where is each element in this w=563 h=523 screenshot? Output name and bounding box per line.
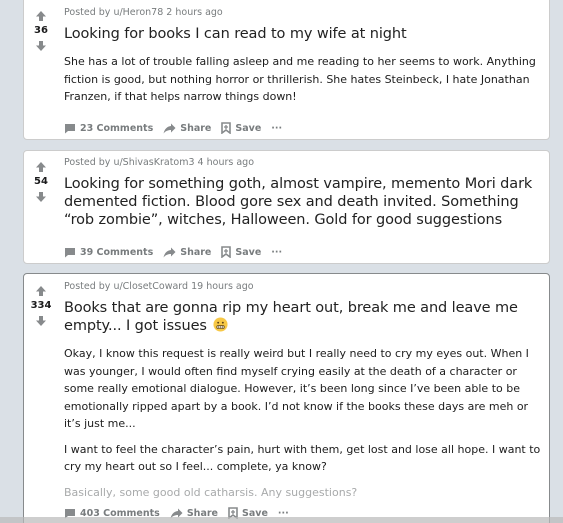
post-body: She has a lot of trouble falling asleep … <box>64 53 543 106</box>
more-options-button[interactable]: ··· <box>271 247 282 258</box>
grimacing-face-emoji-icon <box>213 317 228 332</box>
vote-score: 334 <box>30 300 52 311</box>
post-card[interactable]: 334 Posted by u/ClosetCoward 19 hours ag… <box>23 273 550 523</box>
post-actions: 39 Comments Share Save ··· <box>64 246 282 258</box>
share-icon <box>163 123 176 133</box>
post-meta[interactable]: Posted by u/Heron78 2 hours ago <box>64 7 543 19</box>
share-icon <box>163 247 176 257</box>
post-card[interactable]: 36 Posted by u/Heron78 2 hours ago Looki… <box>23 0 550 140</box>
save-label: Save <box>235 246 262 258</box>
upvote-arrow-icon[interactable] <box>33 160 49 174</box>
post-content: Posted by u/Heron78 2 hours ago Looking … <box>64 7 543 106</box>
bookmark-icon <box>221 246 232 258</box>
vote-column: 36 <box>24 9 58 53</box>
post-body-paragraph: Basically, some good old catharsis. Any … <box>64 485 358 499</box>
comments-button[interactable]: 39 Comments <box>64 247 153 258</box>
comments-label: 39 Comments <box>80 246 154 258</box>
vote-score: 54 <box>34 176 48 187</box>
more-options-button[interactable]: ··· <box>271 123 282 134</box>
vote-column: 54 <box>24 160 58 204</box>
save-label: Save <box>235 122 262 134</box>
post-body-paragraph: I want to feel the character’s pain, hur… <box>64 442 541 474</box>
comments-button[interactable]: 23 Comments <box>64 123 153 134</box>
ellipsis-icon: ··· <box>271 122 283 134</box>
post-meta[interactable]: Posted by u/ClosetCoward 19 hours ago <box>64 281 543 293</box>
window-bottom-edge <box>0 517 563 523</box>
post-title-text: Books that are gonna rip my heart out, b… <box>64 300 518 334</box>
post-body: Okay, I know this request is really weir… <box>64 345 543 501</box>
share-label: Share <box>180 246 212 258</box>
comment-icon <box>65 123 75 133</box>
post-body-paragraph: Okay, I know this request is really weir… <box>64 347 529 430</box>
bookmark-icon <box>221 122 232 134</box>
vote-score: 36 <box>34 25 48 36</box>
downvote-arrow-icon[interactable] <box>33 39 49 53</box>
comment-icon <box>65 247 75 257</box>
vote-column: 334 <box>24 284 58 328</box>
post-content: Posted by u/ShivasKratom3 4 hours ago Lo… <box>64 157 543 229</box>
post-title[interactable]: Books that are gonna rip my heart out, b… <box>64 299 543 335</box>
upvote-arrow-icon[interactable] <box>33 284 49 298</box>
post-content: Posted by u/ClosetCoward 19 hours ago Bo… <box>64 281 543 501</box>
save-button[interactable]: Save <box>221 246 261 258</box>
post-meta[interactable]: Posted by u/ShivasKratom3 4 hours ago <box>64 157 543 169</box>
downvote-arrow-icon[interactable] <box>33 314 49 328</box>
post-actions: 23 Comments Share Save ··· <box>64 122 282 134</box>
post-card[interactable]: 54 Posted by u/ShivasKratom3 4 hours ago… <box>23 150 550 264</box>
ellipsis-icon: ··· <box>271 246 283 258</box>
share-button[interactable]: Share <box>163 123 211 134</box>
upvote-arrow-icon[interactable] <box>33 9 49 23</box>
share-label: Share <box>180 122 212 134</box>
downvote-arrow-icon[interactable] <box>33 190 49 204</box>
post-body-paragraph: She has a lot of trouble falling asleep … <box>64 55 536 103</box>
comments-label: 23 Comments <box>80 122 154 134</box>
post-title[interactable]: Looking for something goth, almost vampi… <box>64 175 543 229</box>
save-button[interactable]: Save <box>221 122 261 134</box>
share-button[interactable]: Share <box>163 247 211 258</box>
post-title[interactable]: Looking for books I can read to my wife … <box>64 25 543 43</box>
